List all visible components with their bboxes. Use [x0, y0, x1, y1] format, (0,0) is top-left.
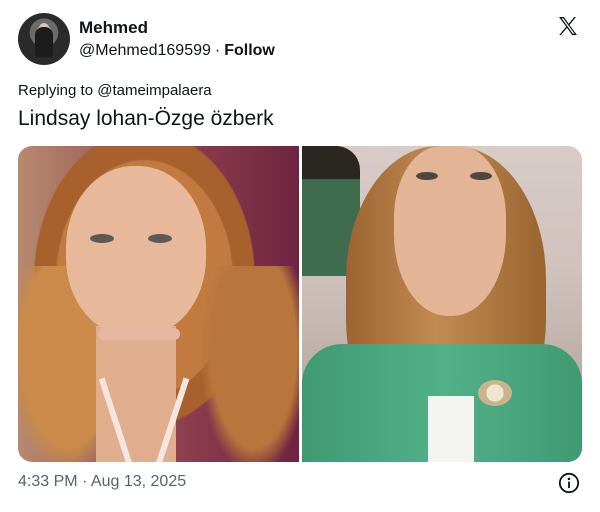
- reply-context[interactable]: Replying to @tameimpalaera: [18, 82, 212, 99]
- author-handle-line: @Mehmed169599 · Follow: [79, 42, 275, 60]
- avatar-figure: [35, 27, 53, 57]
- right-photo-brooch: [477, 380, 512, 406]
- right-photo-eye-left: [415, 172, 438, 180]
- left-photo-choker: [98, 328, 180, 340]
- right-photo-face: [393, 146, 506, 316]
- avatar[interactable]: [18, 13, 70, 65]
- tweet-footer: 4:33 PM · Aug 13, 2025: [18, 472, 582, 494]
- left-photo-face: [66, 166, 206, 336]
- tweet-header: Mehmed @Mehmed169599 · Follow: [18, 12, 582, 68]
- right-photo-eye-right: [469, 172, 492, 180]
- separator-dot: ·: [214, 42, 221, 59]
- left-photo-eye-left: [90, 234, 114, 243]
- timestamp[interactable]: 4:33 PM · Aug 13, 2025: [18, 473, 186, 491]
- author-handle[interactable]: @Mehmed169599: [79, 42, 211, 59]
- left-photo-hair-right: [198, 266, 299, 462]
- media-grid[interactable]: [18, 146, 582, 462]
- right-photo[interactable]: [301, 146, 582, 462]
- left-photo-eye-right: [148, 234, 172, 243]
- left-photo[interactable]: [18, 146, 299, 462]
- author-name[interactable]: Mehmed: [79, 18, 148, 38]
- x-logo-icon[interactable]: [556, 14, 580, 38]
- follow-button[interactable]: Follow: [224, 42, 275, 59]
- right-photo-shirt: [427, 396, 474, 462]
- tweet-text: Lindsay lohan-Özge özberk: [18, 107, 274, 130]
- info-icon[interactable]: [558, 472, 580, 494]
